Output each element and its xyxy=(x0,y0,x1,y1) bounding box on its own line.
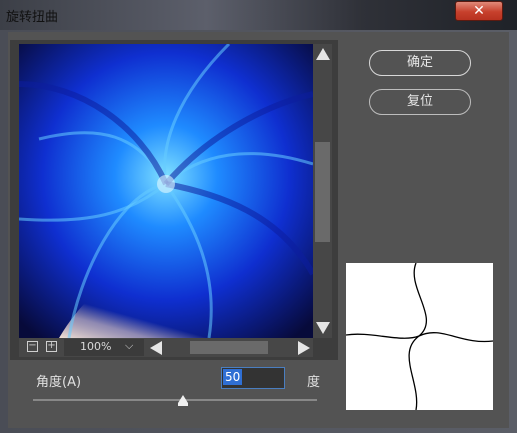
dialog-title: 旋转扭曲 xyxy=(6,10,59,25)
angle-slider-track[interactable] xyxy=(33,399,317,401)
title-bar xyxy=(0,0,517,30)
zoom-level: 100% xyxy=(80,340,112,353)
angle-label: 角度(A) xyxy=(36,375,82,390)
vertical-scroll-thumb[interactable] xyxy=(315,142,330,242)
angle-value: 50 xyxy=(223,369,243,385)
angle-slider-thumb-base[interactable] xyxy=(178,403,188,406)
scroll-left-arrow-icon[interactable] xyxy=(150,341,162,355)
horizontal-scroll-thumb[interactable] xyxy=(190,341,268,354)
close-button[interactable]: ✕ xyxy=(455,1,503,21)
scroll-up-arrow-icon[interactable] xyxy=(316,48,330,60)
swirl-preview-graphic xyxy=(19,44,313,338)
distortion-thumbnail xyxy=(345,262,494,411)
angle-slider-thumb[interactable] xyxy=(178,395,188,403)
zoom-out-icon[interactable]: − xyxy=(27,341,38,352)
ok-button[interactable]: 确定 xyxy=(369,50,471,76)
zoom-in-icon[interactable]: + xyxy=(46,341,57,352)
preview-image[interactable] xyxy=(19,44,313,338)
reset-button[interactable]: 复位 xyxy=(369,89,471,115)
angle-unit: 度 xyxy=(307,375,321,390)
scroll-down-arrow-icon[interactable] xyxy=(316,322,330,334)
chevron-down-icon[interactable]: ⌵ xyxy=(125,339,133,353)
swirl-grid-graphic xyxy=(345,262,494,411)
scroll-right-arrow-icon[interactable] xyxy=(298,341,310,355)
